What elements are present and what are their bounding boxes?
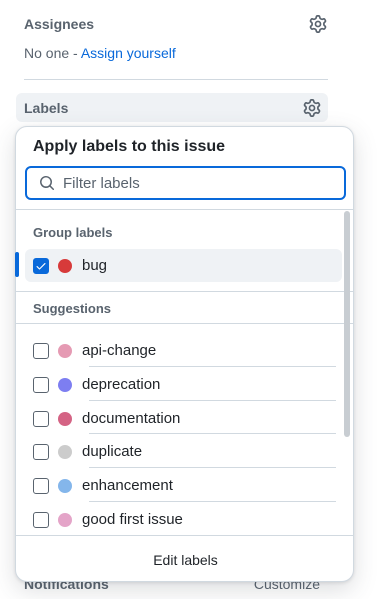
assignees-none-text: No one -	[24, 45, 81, 61]
label-checkbox[interactable]	[33, 410, 49, 427]
label-color-dot	[58, 343, 72, 358]
edit-labels-button[interactable]: Edit labels	[16, 536, 353, 581]
search-icon	[40, 176, 55, 191]
label-color-dot	[58, 512, 72, 527]
assignees-title: Assignees	[24, 16, 95, 32]
assignees-gear-icon[interactable]	[308, 14, 328, 34]
active-item-indicator	[15, 252, 19, 277]
label-item-api-change[interactable]: api-change	[25, 334, 342, 367]
assignees-header: Assignees	[24, 14, 328, 34]
label-item-deprecation[interactable]: deprecation	[25, 368, 342, 401]
label-item-duplicate[interactable]: duplicate	[25, 435, 342, 468]
labels-title: Labels	[24, 99, 69, 116]
filter-labels-input[interactable]	[63, 174, 323, 192]
labels-scrollbar[interactable]	[342, 209, 352, 535]
group-labels-heading: Group labels	[33, 225, 113, 240]
label-checkbox-bug[interactable]	[33, 257, 49, 274]
label-color-dot	[58, 258, 72, 273]
section-divider	[16, 323, 353, 324]
row-divider	[89, 366, 336, 367]
label-checkbox[interactable]	[33, 376, 49, 393]
popover-title: Apply labels to this issue	[33, 138, 226, 155]
label-checkbox[interactable]	[33, 443, 49, 460]
label-name: good first issue	[82, 511, 183, 528]
label-checkbox[interactable]	[33, 342, 49, 359]
suggestions-heading: Suggestions	[33, 301, 112, 316]
labels-header[interactable]: Labels	[16, 93, 328, 122]
labels-list[interactable]: Group labels bug Suggestions api-change	[16, 209, 353, 535]
row-divider	[89, 433, 336, 434]
labels-popover: Apply labels to this issue Group labels …	[15, 126, 354, 582]
label-name: api-change	[82, 342, 157, 359]
label-color-dot	[58, 444, 72, 459]
label-item-bug[interactable]: bug	[25, 249, 342, 282]
label-color-dot	[58, 478, 72, 493]
section-divider	[16, 291, 353, 292]
filter-labels-field[interactable]	[25, 166, 346, 200]
label-name: documentation	[82, 410, 181, 427]
label-item-documentation[interactable]: documentation	[25, 402, 342, 435]
label-item-enhancement[interactable]: enhancement	[25, 469, 342, 502]
label-color-dot	[58, 377, 72, 392]
label-name: enhancement	[82, 477, 173, 494]
label-color-dot	[58, 411, 72, 426]
label-name: duplicate	[82, 443, 143, 460]
check-icon	[36, 262, 46, 270]
label-item-good-first-issue[interactable]: good first issue	[25, 503, 342, 535]
issue-sidebar: Assignees No one - Assign yourself Label…	[0, 0, 385, 599]
section-divider	[24, 79, 328, 80]
label-checkbox[interactable]	[33, 477, 49, 494]
assignees-value: No one - Assign yourself	[24, 45, 176, 61]
assign-yourself-link[interactable]: Assign yourself	[81, 45, 176, 61]
labels-gear-icon[interactable]	[302, 98, 322, 118]
label-name: bug	[82, 257, 108, 274]
row-divider	[89, 467, 336, 468]
scrollbar-thumb[interactable]	[344, 211, 350, 437]
row-divider	[89, 501, 336, 502]
row-divider	[89, 400, 336, 401]
label-checkbox[interactable]	[33, 511, 49, 528]
label-name: deprecation	[82, 376, 161, 393]
